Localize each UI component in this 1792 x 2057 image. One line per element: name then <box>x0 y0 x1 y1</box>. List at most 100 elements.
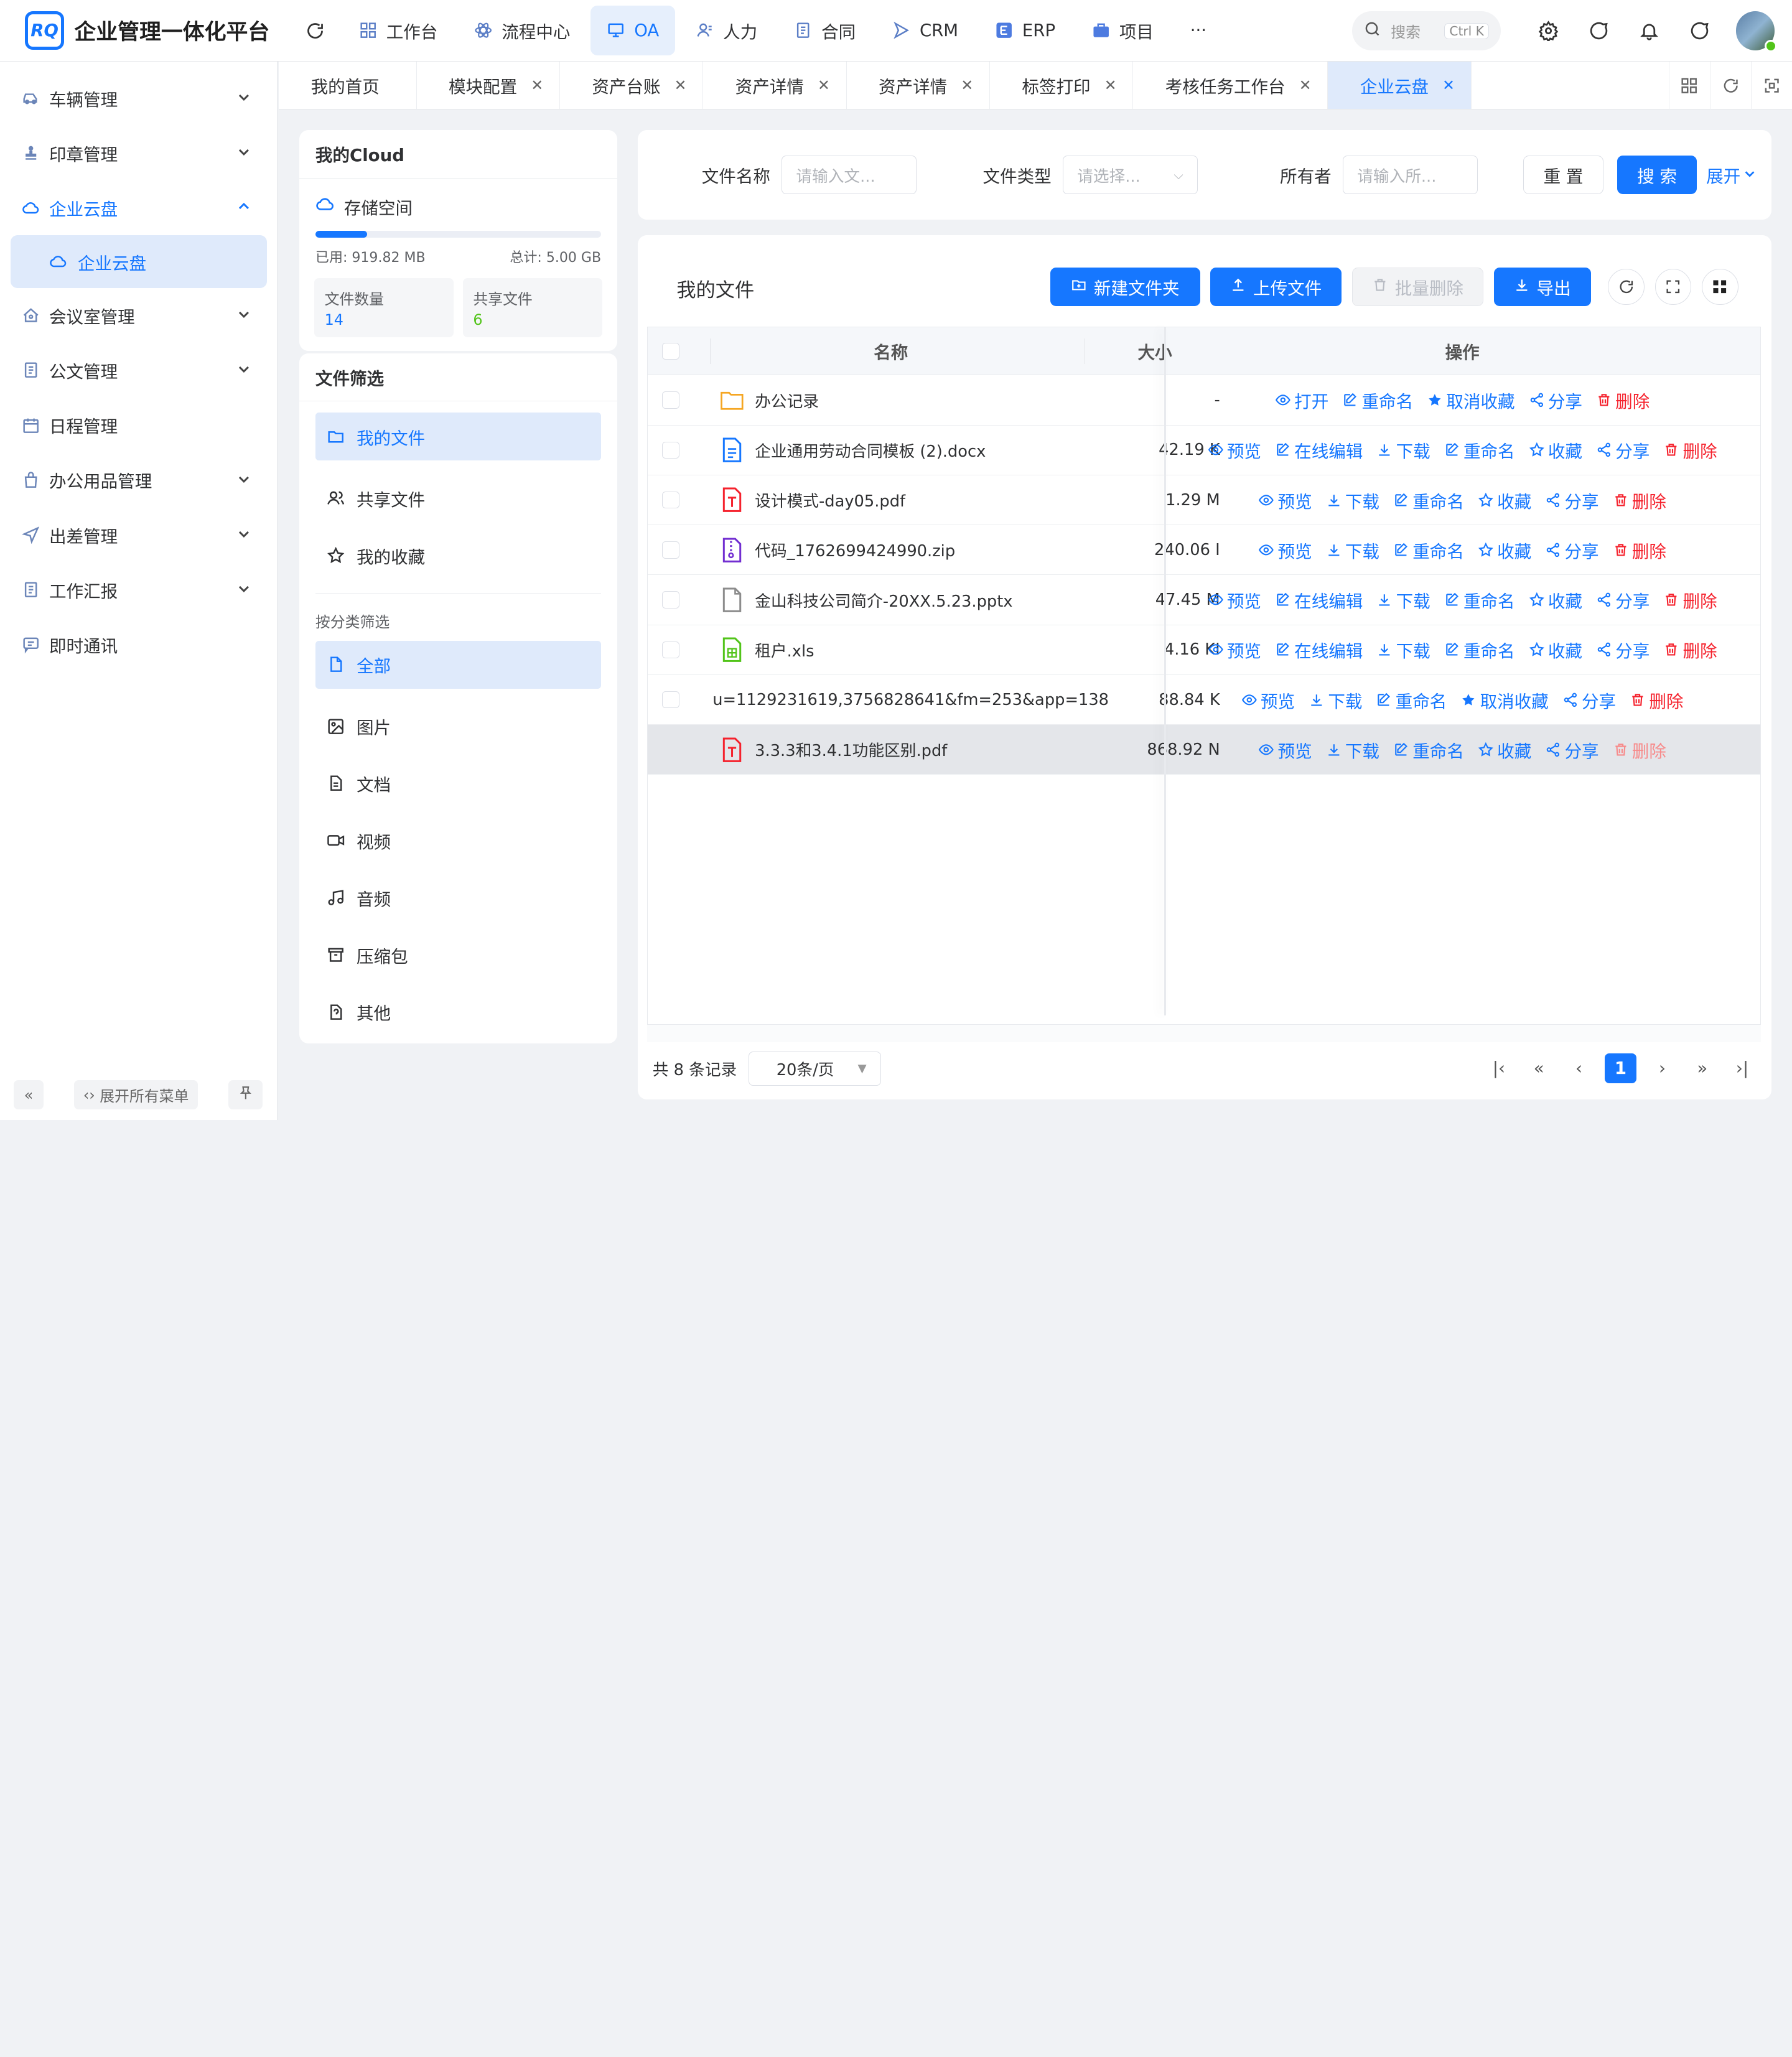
sidebar-item-4[interactable]: 公文管理 <box>0 343 277 398</box>
share-action[interactable]: 分享 <box>1545 538 1599 562</box>
close-icon[interactable]: ✕ <box>961 77 973 94</box>
sidebar-item-5[interactable]: 日程管理 <box>0 398 277 452</box>
online-edit-action[interactable]: 在线编辑 <box>1275 437 1363 462</box>
refresh-tab-icon[interactable] <box>1709 61 1751 110</box>
delete-action[interactable]: 删除 <box>1663 587 1717 612</box>
close-icon[interactable]: ✕ <box>818 77 830 94</box>
bell-icon[interactable] <box>1624 6 1674 56</box>
topnav-item-7[interactable]: 项目 <box>1076 6 1170 56</box>
download-action[interactable]: 下载 <box>1309 688 1362 712</box>
refresh-icon[interactable] <box>299 14 331 46</box>
pin-sidebar-button[interactable] <box>228 1080 263 1110</box>
favorite-action[interactable]: 收藏 <box>1478 488 1531 513</box>
tab-0[interactable]: 我的首页 <box>279 62 417 110</box>
topnav-item-2[interactable]: OA <box>590 5 675 56</box>
rename-action[interactable]: 重命名 <box>1444 437 1515 462</box>
sidebar-item-1[interactable]: 印章管理 <box>0 126 277 180</box>
sidebar-item-2[interactable]: 企业云盘 <box>0 180 277 235</box>
favorite-action[interactable]: 收藏 <box>1478 538 1531 562</box>
file-type-select[interactable]: 请选择... ⌵ <box>1063 155 1198 195</box>
close-icon[interactable]: ✕ <box>1299 77 1312 94</box>
rename-action[interactable]: 重命名 <box>1376 688 1447 712</box>
expand-filter-toggle[interactable]: 展开 <box>1706 162 1757 187</box>
tab-5[interactable]: 标签打印 ✕ <box>990 62 1134 110</box>
rename-action[interactable]: 重命名 <box>1444 637 1515 662</box>
prev-page-icon[interactable]: ‹ <box>1565 1054 1594 1083</box>
column-name-header[interactable]: 名称 <box>711 338 1071 363</box>
online-edit-action[interactable]: 在线编辑 <box>1275 637 1363 662</box>
delete-action[interactable]: 删除 <box>1663 637 1717 662</box>
sidebar-item-8[interactable]: 工作汇报 <box>0 562 277 617</box>
row-checkbox[interactable] <box>662 491 679 509</box>
preview-action[interactable]: 预览 <box>1258 737 1312 762</box>
preview-action[interactable]: 预览 <box>1208 587 1261 612</box>
table-row[interactable]: 设计模式-day05.pdf 1.29 M 预览 下载 重命名 收藏 分享 删除 <box>647 475 1761 526</box>
tab-2[interactable]: 资产台账 ✕ <box>560 62 704 110</box>
delete-action[interactable]: 删除 <box>1630 688 1683 712</box>
file-name-cell[interactable]: 3.3.3和3.4.1功能区别.pdf <box>679 737 1129 762</box>
share-action[interactable]: 分享 <box>1545 737 1599 762</box>
table-row[interactable]: u=1129231619,3756828641&fm=253&app=138 88… <box>647 675 1761 725</box>
file-name-input[interactable]: 请输入文... <box>782 155 917 195</box>
online-edit-action[interactable]: 在线编辑 <box>1275 587 1363 612</box>
tab-7[interactable]: 企业云盘 ✕ <box>1328 62 1472 110</box>
table-row[interactable]: 办公记录 - 打开 重命名 取消收藏 分享 删除 <box>647 375 1761 426</box>
filter-item-groups-2[interactable]: 我的收藏 <box>315 527 601 584</box>
table-row[interactable]: 3.3.3和3.4.1功能区别.pdf 868.92 N 预览 下载 重命名 收藏 分享 删除 <box>647 725 1761 775</box>
chat-icon[interactable] <box>1674 6 1725 56</box>
unfavorite-action[interactable]: 取消收藏 <box>1460 688 1549 712</box>
tab-1[interactable]: 模块配置 ✕ <box>417 62 560 110</box>
delete-action[interactable]: 删除 <box>1613 538 1666 562</box>
delete-action[interactable]: 删除 <box>1613 488 1666 513</box>
avatar[interactable] <box>1735 11 1778 53</box>
share-action[interactable]: 分享 <box>1562 688 1616 712</box>
preview-action[interactable]: 预览 <box>1241 688 1295 712</box>
next-page-icon[interactable]: › <box>1648 1054 1677 1083</box>
column-settings-icon[interactable] <box>1701 268 1738 306</box>
message-icon[interactable] <box>1574 6 1624 56</box>
layout-grid-icon[interactable] <box>1668 61 1710 110</box>
rename-action[interactable]: 重命名 <box>1393 737 1464 762</box>
topnav-item-4[interactable]: 合同 <box>778 6 872 56</box>
row-checkbox[interactable] <box>662 441 679 459</box>
batch-delete-button[interactable]: 批量删除 <box>1351 267 1484 307</box>
more-icon[interactable]: ··· <box>1174 6 1223 56</box>
app-logo[interactable]: RQ 企业管理一体化平台 <box>25 11 290 50</box>
export-button[interactable]: 导出 <box>1493 267 1591 307</box>
topnav-item-0[interactable]: 工作台 <box>343 6 454 56</box>
reset-button[interactable]: 重 置 <box>1523 155 1603 195</box>
owner-input[interactable]: 请输入所... <box>1343 155 1478 195</box>
row-checkbox[interactable] <box>662 541 679 559</box>
preview-action[interactable]: 预览 <box>1258 538 1312 562</box>
topnav-item-5[interactable]: CRM <box>876 6 974 56</box>
filter-item-categories-0[interactable]: 全部 <box>315 640 602 689</box>
search-button[interactable]: 搜 索 <box>1617 155 1697 195</box>
row-checkbox[interactable] <box>662 391 679 409</box>
file-name-cell[interactable]: 办公记录 <box>679 388 1129 413</box>
preview-action[interactable]: 预览 <box>1208 437 1261 462</box>
file-name-cell[interactable]: 租户.xls <box>679 637 1129 662</box>
expand-all-menus-button[interactable]: ‹› 展开所有菜单 <box>74 1080 198 1110</box>
last-page-icon[interactable]: ›| <box>1728 1054 1757 1083</box>
filter-item-categories-6[interactable]: 其他 <box>315 984 601 1041</box>
table-row[interactable]: 代码_1762699424990.zip 240.06 I 预览 下载 重命名 收藏 分享删… <box>647 525 1761 576</box>
preview-action[interactable]: 预览 <box>1208 637 1261 662</box>
filter-item-categories-5[interactable]: 压缩包 <box>315 926 601 984</box>
rename-action[interactable]: 重命名 <box>1393 488 1464 513</box>
row-checkbox[interactable] <box>662 591 679 609</box>
preview-action[interactable]: 预览 <box>1258 488 1312 513</box>
topnav-item-6[interactable]: ERP <box>979 6 1071 56</box>
favorite-action[interactable]: 收藏 <box>1478 737 1531 762</box>
delete-action[interactable]: 删除 <box>1663 437 1717 462</box>
favorite-action[interactable]: 收藏 <box>1529 637 1582 662</box>
rename-action[interactable]: 重命名 <box>1393 538 1464 562</box>
horizontal-scrollbar[interactable] <box>646 1024 1762 1043</box>
page-size-select[interactable]: 20条/页 ▼ <box>748 1051 881 1086</box>
expand-view-icon[interactable] <box>1654 268 1692 306</box>
close-icon[interactable]: ✕ <box>674 77 687 94</box>
topnav-item-3[interactable]: 人力 <box>679 6 773 56</box>
filter-item-categories-2[interactable]: 文档 <box>315 755 601 812</box>
filter-item-categories-4[interactable]: 音频 <box>315 869 601 926</box>
delete-action[interactable]: 删除 <box>1596 388 1650 413</box>
prev-group-icon[interactable]: « <box>1524 1054 1553 1083</box>
